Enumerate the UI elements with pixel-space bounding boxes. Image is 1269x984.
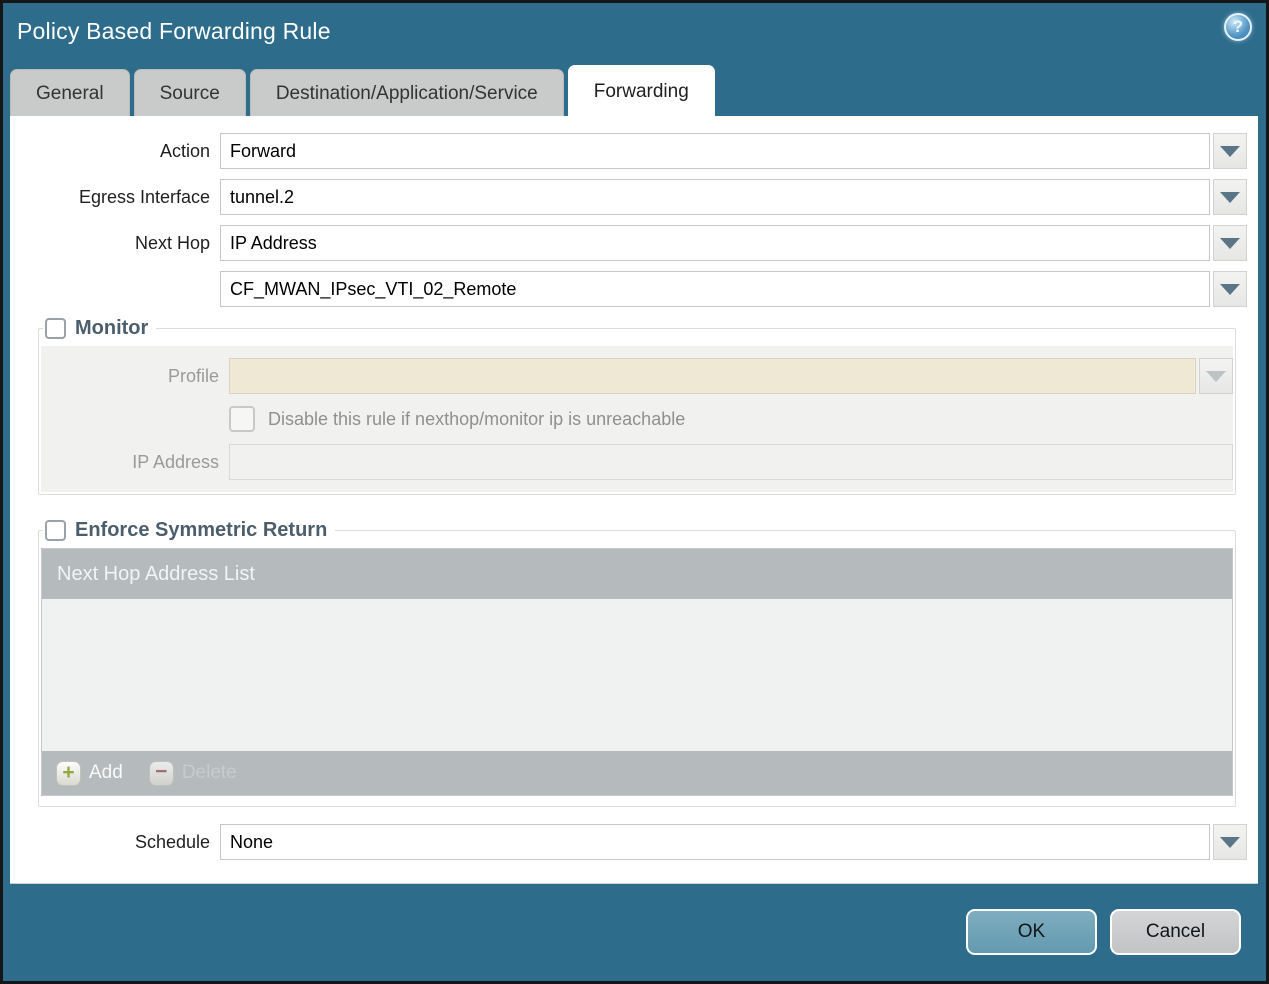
monitor-group: Monitor Profile Disable this rule if nex… <box>38 317 1236 495</box>
next-hop-dropdown-button[interactable] <box>1213 225 1247 261</box>
dialog-footer: OK Cancel <box>3 884 1266 980</box>
help-icon[interactable]: ? <box>1224 13 1252 41</box>
schedule-select[interactable]: None <box>220 824 1210 860</box>
next-hop-address-list-header: Next Hop Address List <box>42 549 1232 599</box>
delete-button-label: Delete <box>181 762 237 783</box>
next-hop-row: Next Hop IP Address <box>10 225 1247 261</box>
tab-source[interactable]: Source <box>133 69 246 116</box>
title-bar: Policy Based Forwarding Rule ? <box>3 3 1266 63</box>
minus-icon: − <box>148 760 174 786</box>
monitor-checkbox[interactable] <box>45 318 66 339</box>
next-hop-address-dropdown-button[interactable] <box>1213 271 1247 307</box>
tab-general[interactable]: General <box>10 69 130 116</box>
tab-forwarding[interactable]: Forwarding <box>567 65 715 116</box>
next-hop-address-select[interactable]: CF_MWAN_IPsec_VTI_02_Remote <box>220 271 1210 307</box>
monitor-group-title: Monitor <box>75 317 149 339</box>
disable-rule-label: Disable this rule if nexthop/monitor ip … <box>268 408 686 429</box>
enforce-symmetric-return-title: Enforce Symmetric Return <box>75 519 328 541</box>
plus-icon: + <box>56 760 81 786</box>
next-hop-address-list-body[interactable] <box>42 599 1232 751</box>
chevron-down-icon <box>1220 145 1240 157</box>
tab-destination-application-service[interactable]: Destination/Application/Service <box>249 69 564 116</box>
tab-strip: General Source Destination/Application/S… <box>3 63 1266 116</box>
next-hop-address-list-table: Next Hop Address List + Add − Delete <box>41 548 1233 796</box>
monitor-legend: Monitor <box>43 317 156 340</box>
monitor-profile-row: Profile <box>41 358 1233 394</box>
enforce-symmetric-return-group: Enforce Symmetric Return Next Hop Addres… <box>38 519 1236 807</box>
chevron-down-icon <box>1220 283 1240 295</box>
action-select[interactable]: Forward <box>220 133 1210 169</box>
cancel-button[interactable]: Cancel <box>1110 909 1241 955</box>
schedule-row: Schedule None <box>10 824 1247 860</box>
egress-interface-label: Egress Interface <box>78 186 210 207</box>
add-button-label: Add <box>89 762 123 783</box>
egress-interface-dropdown-button[interactable] <box>1213 179 1247 215</box>
ok-button[interactable]: OK <box>966 909 1097 955</box>
delete-button: − Delete <box>148 760 237 786</box>
schedule-dropdown-button[interactable] <box>1213 824 1247 860</box>
next-hop-address-list-toolbar: + Add − Delete <box>42 751 1232 795</box>
monitor-ip-address-label: IP Address <box>132 451 219 472</box>
schedule-label: Schedule <box>134 831 210 852</box>
chevron-down-icon <box>1220 237 1240 249</box>
chevron-down-icon <box>1220 836 1240 848</box>
monitor-profile-select <box>229 358 1196 394</box>
forwarding-tab-panel: Action Forward Egress Interface tunnel.2… <box>10 116 1258 884</box>
monitor-disable-rule-row: Disable this rule if nexthop/monitor ip … <box>229 405 1233 433</box>
next-hop-address-row: CF_MWAN_IPsec_VTI_02_Remote <box>10 271 1247 307</box>
egress-interface-select[interactable]: tunnel.2 <box>220 179 1210 215</box>
action-label: Action <box>159 140 210 161</box>
egress-interface-row: Egress Interface tunnel.2 <box>10 179 1247 215</box>
action-dropdown-button[interactable] <box>1213 133 1247 169</box>
enforce-symmetric-return-checkbox[interactable] <box>45 520 66 541</box>
monitor-profile-dropdown-button <box>1199 358 1233 394</box>
enforce-symmetric-return-legend: Enforce Symmetric Return <box>43 519 335 542</box>
add-button[interactable]: + Add <box>56 760 123 786</box>
chevron-down-icon <box>1220 191 1240 203</box>
monitor-box: Profile Disable this rule if nexthop/mon… <box>41 346 1233 492</box>
dialog-title: Policy Based Forwarding Rule <box>17 18 331 44</box>
monitor-profile-label: Profile <box>167 365 219 386</box>
monitor-ip-address-row: IP Address <box>41 444 1233 480</box>
next-hop-label: Next Hop <box>134 232 210 253</box>
next-hop-type-select[interactable]: IP Address <box>220 225 1210 261</box>
chevron-down-icon <box>1206 370 1226 382</box>
dialog-window: Policy Based Forwarding Rule ? General S… <box>0 0 1269 984</box>
action-row: Action Forward <box>10 133 1247 169</box>
monitor-ip-address-input <box>229 444 1233 480</box>
disable-rule-checkbox <box>229 406 255 432</box>
